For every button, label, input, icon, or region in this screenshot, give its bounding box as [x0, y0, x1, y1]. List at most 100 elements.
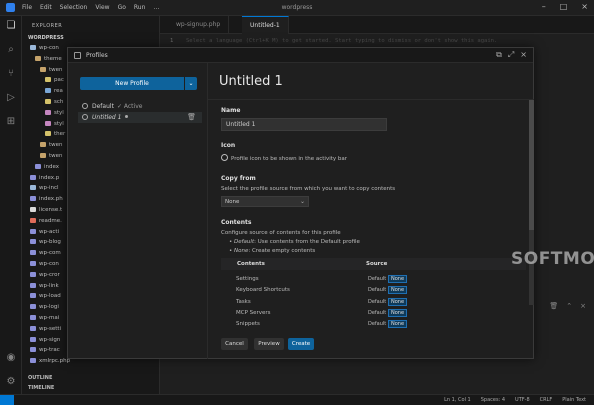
profiles-editor: Profiles ⧉ ⤢ × New Profile ⌄ Default ✓ Ac…	[67, 47, 594, 359]
trash-icon[interactable]: 🗑	[549, 302, 558, 310]
minimize-icon[interactable]: –	[542, 2, 546, 11]
remote-indicator-icon[interactable]	[0, 395, 14, 405]
open-in-editor-icon[interactable]: ⧉	[496, 50, 502, 60]
profile-name-input[interactable]	[221, 118, 387, 131]
tree-item-label: twen	[49, 66, 63, 73]
search-icon[interactable]: ⌕	[5, 44, 17, 56]
file-type-icon	[35, 55, 41, 61]
contents-row-name: Snippets	[236, 321, 260, 328]
activity-bar: ❏ ⌕ ⑂ ▷ ⊞ ◉ ⚙	[0, 16, 22, 405]
source-option-none[interactable]: None	[388, 286, 408, 295]
file-type-icon	[30, 217, 36, 223]
tree-item[interactable]: wp-incl	[30, 185, 59, 195]
profiles-close-icon[interactable]: ×	[520, 50, 527, 60]
maximize-icon[interactable]: □	[560, 2, 568, 11]
explorer-icon[interactable]: ❏	[5, 20, 17, 32]
file-type-icon	[30, 336, 36, 342]
tree-item[interactable]: wp-mai	[30, 315, 59, 325]
outline-section[interactable]: OUTLINE	[28, 375, 52, 381]
tree-item[interactable]: styl	[45, 120, 64, 131]
status-language-mode[interactable]: Plain Text	[562, 397, 586, 403]
status-cursor-position[interactable]: Ln 1, Col 1	[444, 397, 471, 403]
account-icon[interactable]: ◉	[5, 352, 17, 364]
tree-item[interactable]: index.p	[30, 174, 59, 185]
tree-item[interactable]: pac	[45, 77, 64, 87]
tree-item[interactable]: wp-logi	[30, 304, 59, 314]
tree-item[interactable]: wp-con	[30, 45, 59, 55]
tree-item[interactable]: wp-cror	[30, 271, 60, 282]
tree-item[interactable]: wp-setti	[30, 325, 61, 336]
scrollbar-thumb[interactable]	[529, 100, 534, 230]
tree-item[interactable]: wp-link	[30, 282, 59, 293]
tree-item[interactable]: index	[35, 163, 60, 174]
status-items: Ln 1, Col 1 Spaces: 4 UTF-8 CRLF Plain T…	[444, 397, 586, 403]
editor-hint-text: Select a language (Ctrl+K M) to get star…	[186, 38, 498, 44]
tree-item[interactable]: styl	[45, 109, 64, 120]
name-label: Name	[221, 107, 241, 114]
new-profile-button[interactable]: New Profile	[80, 77, 184, 90]
source-control-icon[interactable]: ⑂	[5, 68, 17, 80]
file-type-icon	[30, 358, 36, 364]
profile-icon-picker[interactable]: Profile icon to be shown in the activity…	[221, 154, 347, 162]
source-option-none[interactable]: None	[388, 308, 408, 317]
tree-item[interactable]: license.t	[30, 207, 62, 217]
source-option-default[interactable]: Default	[366, 309, 388, 317]
source-option-default[interactable]: Default	[366, 298, 388, 306]
tree-item[interactable]: readme.	[30, 217, 62, 228]
icon-label: Icon	[221, 142, 236, 149]
tree-item[interactable]: index.ph	[30, 196, 63, 206]
source-option-none[interactable]: None	[388, 297, 408, 306]
tree-item[interactable]: twen	[40, 153, 63, 163]
source-option-default[interactable]: Default	[366, 286, 388, 294]
workspace-folder[interactable]: WORDPRESS	[28, 35, 64, 41]
close-icon[interactable]: ×	[581, 2, 588, 11]
status-eol[interactable]: CRLF	[540, 397, 553, 403]
gear-icon[interactable]	[221, 154, 228, 161]
tree-item[interactable]: ther	[45, 131, 65, 141]
tree-item[interactable]: theme	[35, 55, 62, 66]
tree-item[interactable]: wp-acti	[30, 228, 59, 239]
file-type-icon	[35, 163, 41, 169]
panel-close-icon[interactable]: ×	[580, 302, 586, 310]
tree-item[interactable]: sch	[45, 99, 63, 109]
profile-item-untitled-1[interactable]: Untitled 1 🗑	[78, 112, 202, 123]
status-indentation[interactable]: Spaces: 4	[481, 397, 505, 403]
create-button[interactable]: Create	[288, 338, 314, 350]
tree-item[interactable]: rea	[45, 88, 63, 98]
pane-splitter[interactable]	[207, 63, 208, 359]
tree-item[interactable]: wp-blog	[30, 239, 61, 249]
cancel-button[interactable]: Cancel	[221, 338, 248, 350]
source-option-none[interactable]: None	[388, 320, 408, 329]
tree-item[interactable]: wp-com	[30, 250, 61, 260]
expand-icon[interactable]: ⤢	[508, 50, 514, 60]
source-option-default[interactable]: Default	[366, 320, 388, 328]
delete-profile-icon[interactable]: 🗑	[187, 112, 196, 123]
status-encoding[interactable]: UTF-8	[515, 397, 530, 403]
copy-from-select[interactable]: None ⌄	[221, 196, 309, 207]
tab-untitled-1[interactable]: Untitled-1	[242, 16, 289, 34]
tree-item-label: ther	[54, 131, 66, 138]
source-option-default[interactable]: Default	[366, 275, 388, 283]
file-type-icon	[45, 88, 51, 94]
tree-item[interactable]: xmlrpc.php	[30, 358, 70, 368]
timeline-section[interactable]: TIMELINE	[28, 385, 54, 391]
tree-item[interactable]: wp-sign	[30, 336, 60, 347]
profile-item-default[interactable]: Default ✓ Active	[78, 101, 202, 112]
tree-item-label: index	[44, 163, 60, 170]
tree-item[interactable]: twen	[40, 66, 63, 77]
run-debug-icon[interactable]: ▷	[5, 92, 17, 104]
manage-gear-icon[interactable]: ⚙	[5, 376, 17, 388]
tree-item-label: wp-con	[39, 45, 59, 51]
tree-item[interactable]: wp-trac	[30, 347, 60, 357]
extensions-icon[interactable]: ⊞	[5, 116, 17, 128]
chevron-down-icon[interactable]: ⌄	[185, 77, 197, 90]
tree-item[interactable]: wp-load	[30, 293, 61, 303]
contents-row-name: MCP Servers	[236, 309, 271, 316]
tree-item[interactable]: wp-con	[30, 261, 59, 271]
source-option-none[interactable]: None	[388, 275, 408, 283]
preview-button[interactable]: Preview	[254, 338, 284, 350]
bullet-default: • Default: Use contents from the Default…	[229, 239, 360, 245]
tab-wp-signup[interactable]: wp-signup.php	[168, 16, 230, 34]
chevron-up-icon[interactable]: ⌃	[566, 302, 572, 310]
tree-item[interactable]: twen	[40, 142, 63, 152]
